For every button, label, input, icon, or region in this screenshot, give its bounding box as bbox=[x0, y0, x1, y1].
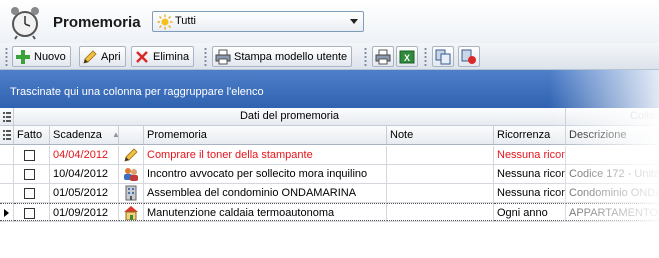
group-by-hint: Trascinate qui una colonna per raggruppa… bbox=[10, 86, 264, 98]
row-type-icon bbox=[119, 184, 144, 202]
delete-button-label: Elimina bbox=[153, 50, 190, 63]
open-button-label: Apri bbox=[101, 50, 121, 63]
print-template-button-label: Stampa modello utente bbox=[234, 50, 348, 63]
reminder-text: Manutenzione caldaia termoautonoma bbox=[144, 203, 387, 221]
export-excel-button[interactable]: X bbox=[396, 46, 418, 67]
column-header-recurrence[interactable]: Ricorrenza bbox=[494, 126, 566, 144]
column-header-due-label: Scadenza bbox=[53, 129, 102, 141]
copy-icon bbox=[435, 49, 451, 64]
notes-text bbox=[387, 165, 494, 183]
toolbar-separator bbox=[424, 47, 427, 66]
pencil-icon bbox=[124, 148, 138, 162]
row-indicator[interactable] bbox=[0, 184, 14, 202]
delete-button[interactable]: Elimina bbox=[131, 46, 195, 67]
column-header-due[interactable]: Scadenza ▲ bbox=[50, 126, 119, 144]
band-header-row: Dati del promemoria Colle bbox=[0, 108, 659, 126]
new-button-label: Nuovo bbox=[34, 50, 66, 63]
open-button[interactable]: Apri bbox=[79, 46, 126, 67]
print-button[interactable] bbox=[372, 46, 394, 67]
description-text bbox=[566, 146, 659, 164]
delete-x-icon bbox=[136, 50, 148, 63]
chevron-down-icon[interactable] bbox=[350, 19, 358, 24]
reminder-text: Assemblea del condominio ONDAMARINA bbox=[144, 184, 387, 202]
band-label-2[interactable]: Colle bbox=[566, 108, 659, 125]
description-text: Codice 172 - Unità bbox=[566, 165, 659, 183]
plus-icon bbox=[16, 49, 30, 64]
due-date: 04/04/2012 bbox=[50, 146, 119, 164]
group-by-area[interactable]: Trascinate qui una colonna per raggruppa… bbox=[0, 70, 659, 108]
people-icon bbox=[124, 168, 138, 181]
row-type-icon bbox=[119, 165, 144, 183]
copy-layout-button[interactable] bbox=[432, 46, 454, 67]
recurrence-text: Nessuna ricorrenza bbox=[494, 165, 566, 183]
reset-icon bbox=[461, 49, 476, 64]
pencil-icon bbox=[83, 49, 97, 64]
row-type-icon bbox=[119, 203, 144, 221]
row-indicator[interactable] bbox=[0, 146, 14, 164]
table-row[interactable]: 10/04/2012 Incontro avvocato per solleci… bbox=[0, 165, 659, 184]
done-checkbox[interactable] bbox=[14, 146, 50, 164]
recurrence-text: Ogni anno bbox=[494, 203, 566, 221]
building-icon bbox=[125, 185, 137, 201]
done-checkbox[interactable] bbox=[14, 184, 50, 202]
toolbar-separator bbox=[364, 47, 367, 66]
filter-selected-value: Tutti bbox=[175, 15, 196, 27]
filter-dropdown[interactable]: Tutti bbox=[152, 11, 364, 32]
excel-icon: X bbox=[399, 50, 415, 63]
print-template-button[interactable]: Stampa modello utente bbox=[212, 46, 353, 67]
recurrence-text: Nessuna ricorrenza bbox=[494, 184, 566, 202]
column-header-description[interactable]: Descrizione bbox=[566, 126, 659, 144]
recurrence-text: Nessuna ricorrenza bbox=[494, 146, 566, 164]
row-indicator[interactable] bbox=[0, 165, 14, 183]
sort-ascending-icon: ▲ bbox=[112, 126, 118, 144]
house-icon bbox=[124, 206, 138, 220]
due-date: 01/09/2012 bbox=[50, 203, 119, 221]
table-row[interactable]: 01/09/2012 Manutenzione caldaia termoaut… bbox=[0, 203, 659, 222]
column-header-reminder[interactable]: Promemoria bbox=[144, 126, 387, 144]
toolbar-grip[interactable] bbox=[5, 47, 8, 66]
printer-icon bbox=[215, 49, 231, 64]
column-header-icon[interactable] bbox=[119, 126, 144, 144]
reminders-grid: Dati del promemoria Colle Fatto Scadenza… bbox=[0, 108, 659, 258]
reminder-text: Incontro avvocato per sollecito mora inq… bbox=[144, 165, 387, 183]
row-indicator[interactable] bbox=[0, 203, 14, 221]
done-checkbox[interactable] bbox=[14, 203, 50, 221]
due-date: 01/05/2012 bbox=[50, 184, 119, 202]
table-row[interactable]: 04/04/2012 Comprare il toner della stamp… bbox=[0, 146, 659, 165]
column-chooser-icon[interactable] bbox=[0, 108, 14, 125]
row-type-icon bbox=[119, 146, 144, 164]
toolbar-separator bbox=[204, 47, 207, 66]
done-checkbox[interactable] bbox=[14, 165, 50, 183]
svg-text:X: X bbox=[404, 53, 410, 63]
band-label[interactable]: Dati del promemoria bbox=[14, 108, 566, 125]
reset-layout-button[interactable] bbox=[458, 46, 480, 67]
description-text: APPARTAMENTO bbox=[566, 203, 659, 221]
app-header: Promemoria Tutti bbox=[0, 0, 659, 43]
printer-icon bbox=[375, 49, 391, 64]
notes-text bbox=[387, 146, 494, 164]
alarm-clock-icon bbox=[11, 7, 39, 40]
column-header-done[interactable]: Fatto bbox=[14, 126, 50, 144]
new-button[interactable]: Nuovo bbox=[12, 46, 71, 67]
description-text: Condominio ONDA bbox=[566, 184, 659, 202]
due-date: 10/04/2012 bbox=[50, 165, 119, 183]
sun-icon bbox=[157, 14, 173, 30]
toolbar: Nuovo Apri Elimina Stampa modello utente bbox=[0, 43, 659, 70]
column-header-notes[interactable]: Note bbox=[387, 126, 494, 144]
column-chooser-icon[interactable] bbox=[0, 126, 14, 144]
column-header-row: Fatto Scadenza ▲ Promemoria Note Ricorren… bbox=[0, 126, 659, 145]
notes-text bbox=[387, 203, 494, 221]
page-title: Promemoria bbox=[53, 14, 141, 31]
reminder-text: Comprare il toner della stampante bbox=[144, 146, 387, 164]
current-row-arrow-icon bbox=[4, 209, 9, 217]
notes-text bbox=[387, 184, 494, 202]
table-row[interactable]: 01/05/2012 Assemblea del condominio ONDA… bbox=[0, 184, 659, 203]
